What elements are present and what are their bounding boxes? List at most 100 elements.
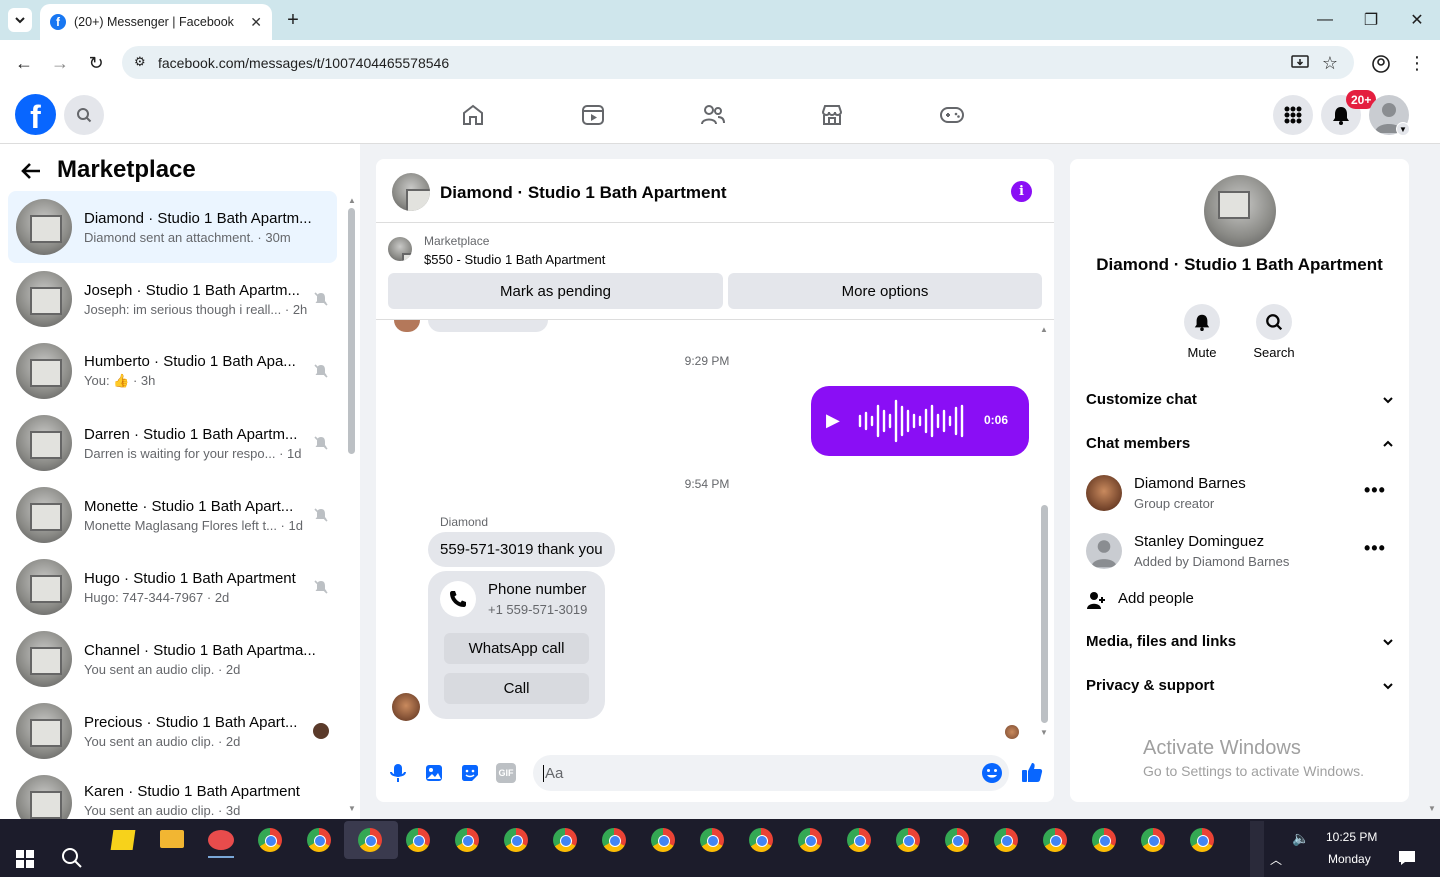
gif-icon[interactable]: GIF xyxy=(496,763,516,783)
chrome-icon[interactable] xyxy=(700,828,724,852)
facebook-logo-icon[interactable]: f xyxy=(15,94,56,135)
chrome-icon[interactable] xyxy=(1043,828,1067,852)
video-icon[interactable] xyxy=(573,95,613,135)
member-avatar[interactable] xyxy=(1086,475,1122,511)
photo-icon[interactable] xyxy=(424,763,444,783)
marketplace-icon[interactable] xyxy=(812,95,852,135)
chrome-icon[interactable] xyxy=(1141,828,1165,852)
scroll-down-arrow[interactable]: ▼ xyxy=(348,804,356,813)
conversation-item[interactable]: Diamond · Studio 1 Bath Apartm... Diamond… xyxy=(8,191,337,263)
conversation-item[interactable]: Humberto · Studio 1 Bath Apa... You: 👍 · … xyxy=(8,335,337,407)
chrome-icon[interactable] xyxy=(358,828,382,852)
friends-icon[interactable] xyxy=(693,95,733,135)
chrome-icon[interactable] xyxy=(847,828,871,852)
chrome-icon[interactable] xyxy=(1092,828,1116,852)
search-chat-icon[interactable] xyxy=(1256,304,1292,340)
emoji-icon[interactable] xyxy=(981,762,1003,784)
mute-bell-icon[interactable] xyxy=(1184,304,1220,340)
tab-search-chevron-icon[interactable] xyxy=(8,8,32,32)
sticky-notes-icon[interactable] xyxy=(110,830,136,850)
message-bubble[interactable]: 559-571-3019 thank you xyxy=(428,532,615,567)
media-files-row[interactable]: Media, files and links xyxy=(1086,633,1394,650)
profile-icon[interactable] xyxy=(1370,53,1392,75)
notification-center-icon[interactable] xyxy=(1398,850,1416,866)
close-window-icon[interactable]: ✕ xyxy=(1406,8,1428,32)
listing-price[interactable]: $550 - Studio 1 Bath Apartment xyxy=(424,252,605,267)
like-thumbs-up-icon[interactable] xyxy=(1020,760,1044,784)
conversation-item[interactable]: Channel · Studio 1 Bath Apartma... You se… xyxy=(8,623,337,695)
chrome-icon[interactable] xyxy=(504,828,528,852)
volume-icon[interactable]: 🔈 xyxy=(1292,830,1309,847)
chrome-icon[interactable] xyxy=(896,828,920,852)
gaming-icon[interactable] xyxy=(932,95,972,135)
member-options-icon[interactable]: ••• xyxy=(1364,538,1386,559)
more-options-button[interactable]: More options xyxy=(728,273,1042,309)
scroll-down-arrow[interactable]: ▼ xyxy=(1040,728,1048,737)
search-icon[interactable] xyxy=(64,95,104,135)
show-hidden-icons-chevron[interactable]: ︿ xyxy=(1270,851,1282,868)
whatsapp-call-button[interactable]: WhatsApp call xyxy=(444,633,589,664)
play-icon[interactable]: ▶ xyxy=(826,410,846,430)
conversation-item[interactable]: Darren · Studio 1 Bath Apartm... Darren i… xyxy=(8,407,337,479)
browser-tab[interactable]: f (20+) Messenger | Facebook ✕ xyxy=(40,4,272,40)
clock-time[interactable]: 10:25 PM xyxy=(1326,830,1377,844)
browser-menu-icon[interactable]: ⋮ xyxy=(1408,53,1426,73)
chrome-icon[interactable] xyxy=(406,828,430,852)
member-name[interactable]: Stanley Dominguez xyxy=(1134,533,1264,550)
member-avatar[interactable] xyxy=(1086,533,1122,569)
add-person-icon[interactable] xyxy=(1086,590,1106,610)
paint-icon[interactable] xyxy=(208,830,234,850)
maximize-icon[interactable]: ❐ xyxy=(1360,8,1382,32)
member-options-icon[interactable]: ••• xyxy=(1364,480,1386,501)
privacy-support-row[interactable]: Privacy & support xyxy=(1086,677,1394,694)
menu-grid-icon[interactable] xyxy=(1273,95,1313,135)
details-avatar[interactable] xyxy=(1204,175,1276,247)
chrome-icon[interactable] xyxy=(1190,828,1214,852)
listing-thumbnail[interactable] xyxy=(388,237,412,261)
member-name[interactable]: Diamond Barnes xyxy=(1134,475,1246,492)
taskbar-scrollbar[interactable] xyxy=(1250,821,1264,877)
account-chevron-icon[interactable]: ▼ xyxy=(1396,122,1410,136)
site-info-icon[interactable]: ⚙ xyxy=(134,54,146,70)
minimize-icon[interactable]: — xyxy=(1314,8,1336,32)
bookmark-star-icon[interactable]: ☆ xyxy=(1320,53,1340,73)
conversation-item[interactable]: Joseph · Studio 1 Bath Apartm... Joseph: … xyxy=(8,263,337,335)
call-button[interactable]: Call xyxy=(444,673,589,704)
message-input[interactable]: Aa xyxy=(533,755,1009,791)
info-icon[interactable]: i xyxy=(1011,181,1032,202)
back-icon[interactable]: ← xyxy=(12,51,36,75)
install-app-icon[interactable] xyxy=(1290,53,1310,73)
chrome-icon[interactable] xyxy=(455,828,479,852)
sticker-icon[interactable] xyxy=(460,763,480,783)
chrome-icon[interactable] xyxy=(749,828,773,852)
add-people-label[interactable]: Add people xyxy=(1118,590,1194,607)
chrome-icon[interactable] xyxy=(602,828,626,852)
chrome-icon[interactable] xyxy=(307,828,331,852)
address-bar[interactable]: ⚙ facebook.com/messages/t/10074044655785… xyxy=(122,46,1354,79)
mark-pending-button[interactable]: Mark as pending xyxy=(388,273,723,309)
reload-icon[interactable]: ↻ xyxy=(84,51,108,75)
microphone-icon[interactable] xyxy=(388,762,408,784)
clock-day[interactable]: Monday xyxy=(1328,852,1371,866)
page-scroll-down-arrow[interactable]: ▼ xyxy=(1428,804,1436,813)
new-tab-icon[interactable]: + xyxy=(282,8,304,32)
conversation-item[interactable]: Monette · Studio 1 Bath Apart... Monette … xyxy=(8,479,337,551)
chrome-icon[interactable] xyxy=(651,828,675,852)
close-tab-icon[interactable]: ✕ xyxy=(250,14,262,31)
chrome-icon[interactable] xyxy=(994,828,1018,852)
chrome-icon[interactable] xyxy=(945,828,969,852)
conversation-item[interactable]: Precious · Studio 1 Bath Apart... You sen… xyxy=(8,695,337,767)
chrome-icon[interactable] xyxy=(258,828,282,852)
file-explorer-icon[interactable] xyxy=(160,830,184,848)
taskbar-search-icon[interactable] xyxy=(60,846,84,870)
windows-start-icon[interactable] xyxy=(16,850,34,868)
chrome-icon[interactable] xyxy=(553,828,577,852)
chrome-icon[interactable] xyxy=(798,828,822,852)
home-icon[interactable] xyxy=(453,95,493,135)
scroll-up-arrow[interactable]: ▲ xyxy=(1040,325,1048,334)
back-arrow-icon[interactable] xyxy=(20,160,44,184)
scroll-up-arrow[interactable]: ▲ xyxy=(348,196,356,205)
chat-scrollbar[interactable] xyxy=(1041,505,1048,723)
chat-title[interactable]: Diamond · Studio 1 Bath Apartment xyxy=(440,183,727,203)
chat-avatar[interactable] xyxy=(392,173,430,211)
